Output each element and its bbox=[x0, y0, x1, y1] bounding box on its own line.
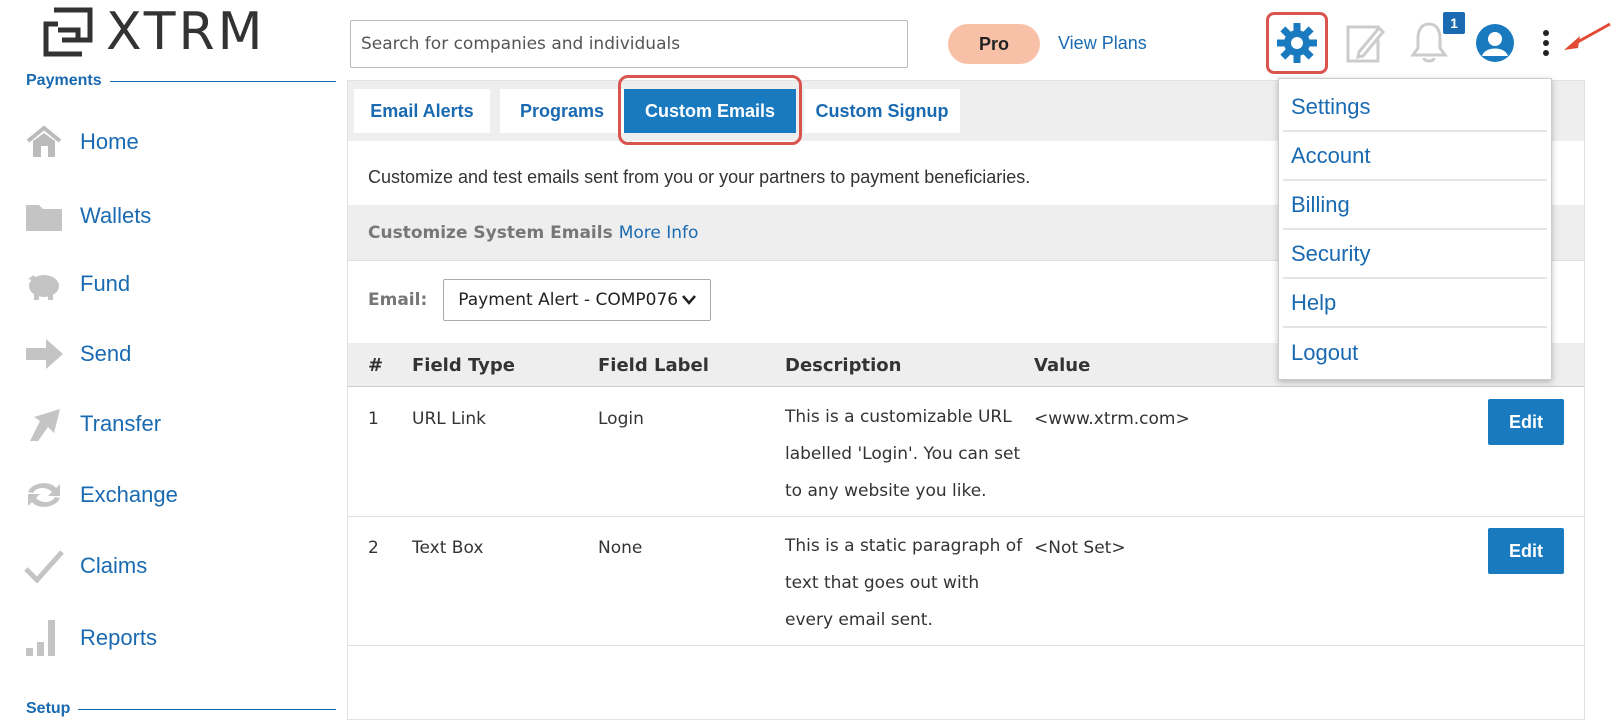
diagonal-arrow-icon bbox=[24, 406, 68, 442]
field-value: <www.xtrm.com> bbox=[1034, 409, 1190, 429]
menu-item-settings[interactable]: Settings bbox=[1283, 83, 1547, 132]
payments-section-heading: Payments bbox=[26, 72, 336, 90]
sidebar-item-exchange[interactable]: Exchange bbox=[24, 475, 178, 515]
sidebar-item-claims[interactable]: Claims bbox=[24, 546, 147, 586]
section-title: Customize System Emails bbox=[368, 222, 613, 243]
menu-item-logout[interactable]: Logout bbox=[1283, 328, 1547, 377]
field-description: This is a static paragraph of text that … bbox=[785, 536, 1023, 630]
sidebar-item-label: Exchange bbox=[80, 482, 178, 507]
gear-icon bbox=[1277, 23, 1317, 63]
email-selected-value: Payment Alert - COMP076 bbox=[458, 290, 679, 310]
setup-heading-label: Setup bbox=[26, 700, 71, 717]
field-label: Login bbox=[598, 409, 644, 429]
field-type: Text Box bbox=[412, 538, 484, 558]
sidebar-item-fund[interactable]: Fund bbox=[24, 264, 130, 304]
settings-dropdown-menu: Settings Account Billing Security Help L… bbox=[1278, 78, 1552, 380]
setup-section-heading: Setup bbox=[26, 700, 336, 718]
folder-icon bbox=[24, 198, 68, 234]
menu-item-billing[interactable]: Billing bbox=[1283, 181, 1547, 230]
sidebar-item-home[interactable]: Home bbox=[24, 122, 139, 162]
brand-name: XTRM bbox=[106, 2, 266, 62]
section-divider bbox=[109, 80, 336, 82]
field-value: <Not Set> bbox=[1034, 538, 1126, 558]
column-header: Description bbox=[785, 355, 902, 376]
row-number: 1 bbox=[368, 409, 379, 429]
field-type: URL Link bbox=[412, 409, 486, 429]
tab-programs[interactable]: Programs bbox=[500, 89, 624, 133]
sidebar-item-transfer[interactable]: Transfer bbox=[24, 404, 161, 444]
payments-heading-label: Payments bbox=[26, 72, 102, 89]
tab-email-alerts[interactable]: Email Alerts bbox=[354, 89, 490, 133]
row-number: 2 bbox=[368, 538, 379, 558]
column-header: Value bbox=[1034, 355, 1091, 376]
edit-pencil-icon bbox=[1346, 25, 1385, 63]
page-description: Customize and test emails sent from you … bbox=[368, 167, 1031, 187]
plan-badge: Pro bbox=[948, 24, 1040, 64]
tab-custom-signup[interactable]: Custom Signup bbox=[804, 89, 960, 133]
field-description: This is a customizable URL labelled 'Log… bbox=[785, 407, 1021, 501]
table-row: 1 URL Link Login This is a customizable … bbox=[348, 389, 1584, 517]
sidebar-item-label: Transfer bbox=[80, 411, 162, 436]
email-selector-row: Email: Payment Alert - COMP076 bbox=[368, 279, 712, 321]
sidebar-item-label: Send bbox=[80, 341, 132, 366]
sidebar-item-reports[interactable]: Reports bbox=[24, 618, 157, 658]
search-input[interactable] bbox=[350, 20, 908, 68]
checkmark-icon bbox=[24, 548, 68, 584]
settings-gear-button[interactable] bbox=[1266, 12, 1328, 74]
arrow-right-icon bbox=[24, 336, 68, 372]
more-info-link[interactable]: More Info bbox=[619, 223, 699, 243]
email-select[interactable]: Payment Alert - COMP076 bbox=[443, 279, 712, 321]
notification-count-badge: 1 bbox=[1443, 12, 1465, 34]
column-header: Field Label bbox=[598, 355, 709, 376]
field-label: None bbox=[598, 538, 643, 558]
xtrm-logo-icon bbox=[43, 7, 93, 57]
avatar-icon bbox=[1476, 24, 1514, 62]
table-row: 2 Text Box None This is a static paragra… bbox=[348, 518, 1584, 646]
kebab-menu-icon bbox=[1543, 30, 1549, 56]
user-avatar-button[interactable] bbox=[1472, 20, 1518, 66]
menu-item-help[interactable]: Help bbox=[1283, 279, 1547, 328]
edit-button[interactable]: Edit bbox=[1488, 399, 1564, 445]
sidebar-item-label: Fund bbox=[80, 271, 131, 296]
sidebar-item-label: Home bbox=[80, 129, 139, 154]
email-label: Email: bbox=[368, 290, 428, 310]
active-tab-highlight bbox=[618, 75, 802, 145]
view-plans-link[interactable]: View Plans bbox=[1058, 33, 1147, 54]
sidebar-item-wallets[interactable]: Wallets bbox=[24, 196, 151, 236]
column-header: Field Type bbox=[412, 355, 515, 376]
sidebar-item-label: Wallets bbox=[80, 203, 152, 228]
menu-item-security[interactable]: Security bbox=[1283, 230, 1547, 279]
sidebar-item-label: Reports bbox=[80, 625, 158, 650]
bar-chart-icon bbox=[24, 620, 68, 656]
sidebar-item-send[interactable]: Send bbox=[24, 334, 131, 374]
menu-item-account[interactable]: Account bbox=[1283, 132, 1547, 181]
section-divider bbox=[78, 708, 336, 710]
sidebar-item-label: Claims bbox=[80, 553, 148, 578]
compose-button[interactable] bbox=[1342, 20, 1388, 66]
exchange-icon bbox=[24, 477, 68, 513]
brand-logo[interactable]: XTRM bbox=[40, 4, 265, 60]
home-icon bbox=[24, 124, 68, 160]
chevron-down-icon bbox=[682, 295, 697, 305]
more-options-button[interactable] bbox=[1536, 26, 1556, 60]
column-header: # bbox=[368, 355, 384, 376]
edit-button[interactable]: Edit bbox=[1488, 528, 1564, 574]
piggy-bank-icon bbox=[24, 266, 68, 302]
annotation-arrow-icon bbox=[1564, 22, 1611, 50]
